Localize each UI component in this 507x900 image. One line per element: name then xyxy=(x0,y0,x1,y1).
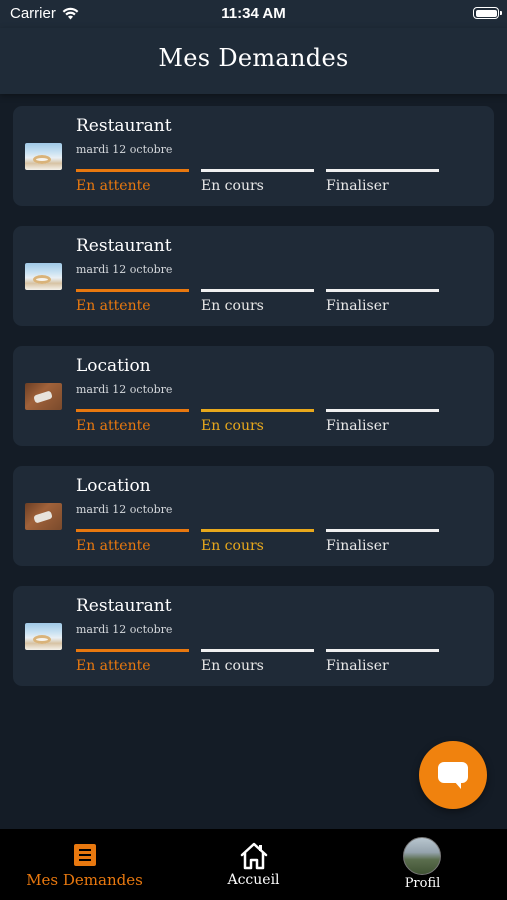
status-bar: Carrier 11:34 AM xyxy=(0,0,507,28)
request-card[interactable]: Restaurant mardi 12 octobre En attente E… xyxy=(13,226,494,326)
request-date: mardi 12 octobre xyxy=(76,383,173,396)
restaurant-thumbnail xyxy=(25,623,62,650)
step-bar xyxy=(76,409,189,412)
step-bar xyxy=(201,529,314,532)
step-label: Finaliser xyxy=(326,298,389,314)
step-bar xyxy=(201,169,314,172)
step-label: Finaliser xyxy=(326,418,389,434)
tab-label: Mes Demandes xyxy=(26,871,143,889)
step-finaliser: Finaliser xyxy=(326,409,439,434)
step-finaliser: Finaliser xyxy=(326,529,439,554)
step-bar xyxy=(326,649,439,652)
requests-list: Restaurant mardi 12 octobre En attente E… xyxy=(13,106,494,706)
battery-icon xyxy=(473,7,502,19)
step-label: En attente xyxy=(76,178,151,194)
tab-label: Accueil xyxy=(227,872,280,888)
step-finaliser: Finaliser xyxy=(326,289,439,314)
step-bar xyxy=(326,169,439,172)
step-en-attente: En attente xyxy=(76,169,189,194)
step-label: En cours xyxy=(201,418,264,434)
step-en-attente: En attente xyxy=(76,649,189,674)
tab-profil[interactable]: Profil xyxy=(338,829,507,900)
page-title: Mes Demandes xyxy=(158,44,349,72)
step-label: En attente xyxy=(76,658,151,674)
step-en-attente: En attente xyxy=(76,529,189,554)
status-time: 11:34 AM xyxy=(221,5,286,22)
request-card[interactable]: Restaurant mardi 12 octobre En attente E… xyxy=(13,106,494,206)
step-label: En attente xyxy=(76,418,151,434)
request-title: Location xyxy=(76,476,151,496)
step-bar xyxy=(76,529,189,532)
step-en-attente: En attente xyxy=(76,289,189,314)
request-title: Restaurant xyxy=(76,116,172,136)
step-bar xyxy=(201,289,314,292)
location-thumbnail xyxy=(25,383,62,410)
step-bar xyxy=(76,289,189,292)
step-en-cours: En cours xyxy=(201,289,314,314)
step-label: En cours xyxy=(201,178,264,194)
step-label: En attente xyxy=(76,538,151,554)
step-en-cours: En cours xyxy=(201,409,314,434)
restaurant-thumbnail xyxy=(25,263,62,290)
chat-bubble-icon xyxy=(438,762,468,789)
step-label: Finaliser xyxy=(326,538,389,554)
tab-accueil[interactable]: Accueil xyxy=(169,829,338,900)
step-en-cours: En cours xyxy=(201,169,314,194)
step-label: En cours xyxy=(201,538,264,554)
app-header: Mes Demandes xyxy=(0,28,507,94)
request-title: Restaurant xyxy=(76,236,172,256)
request-title: Location xyxy=(76,356,151,376)
step-bar xyxy=(326,529,439,532)
request-title: Restaurant xyxy=(76,596,172,616)
request-card[interactable]: Location mardi 12 octobre En attente En … xyxy=(13,466,494,566)
step-en-attente: En attente xyxy=(76,409,189,434)
chat-button[interactable] xyxy=(419,741,487,809)
tab-label: Profil xyxy=(404,876,441,891)
request-card[interactable]: Location mardi 12 octobre En attente En … xyxy=(13,346,494,446)
avatar xyxy=(403,837,441,875)
step-label: En attente xyxy=(76,298,151,314)
request-card[interactable]: Restaurant mardi 12 octobre En attente E… xyxy=(13,586,494,686)
step-label: En cours xyxy=(201,658,264,674)
step-bar xyxy=(201,649,314,652)
step-bar xyxy=(76,169,189,172)
request-date: mardi 12 octobre xyxy=(76,623,173,636)
step-label: Finaliser xyxy=(326,178,389,194)
tab-mes-demandes[interactable]: Mes Demandes xyxy=(0,829,169,900)
step-label: En cours xyxy=(201,298,264,314)
step-bar xyxy=(326,409,439,412)
step-finaliser: Finaliser xyxy=(326,649,439,674)
request-date: mardi 12 octobre xyxy=(76,143,173,156)
step-label: Finaliser xyxy=(326,658,389,674)
tab-bar: Mes Demandes Accueil Profil xyxy=(0,829,507,900)
step-bar xyxy=(326,289,439,292)
home-icon xyxy=(240,842,268,870)
document-list-icon xyxy=(74,844,96,866)
step-en-cours: En cours xyxy=(201,649,314,674)
request-date: mardi 12 octobre xyxy=(76,503,173,516)
step-en-cours: En cours xyxy=(201,529,314,554)
location-thumbnail xyxy=(25,503,62,530)
step-bar xyxy=(201,409,314,412)
restaurant-thumbnail xyxy=(25,143,62,170)
step-finaliser: Finaliser xyxy=(326,169,439,194)
step-bar xyxy=(76,649,189,652)
request-date: mardi 12 octobre xyxy=(76,263,173,276)
